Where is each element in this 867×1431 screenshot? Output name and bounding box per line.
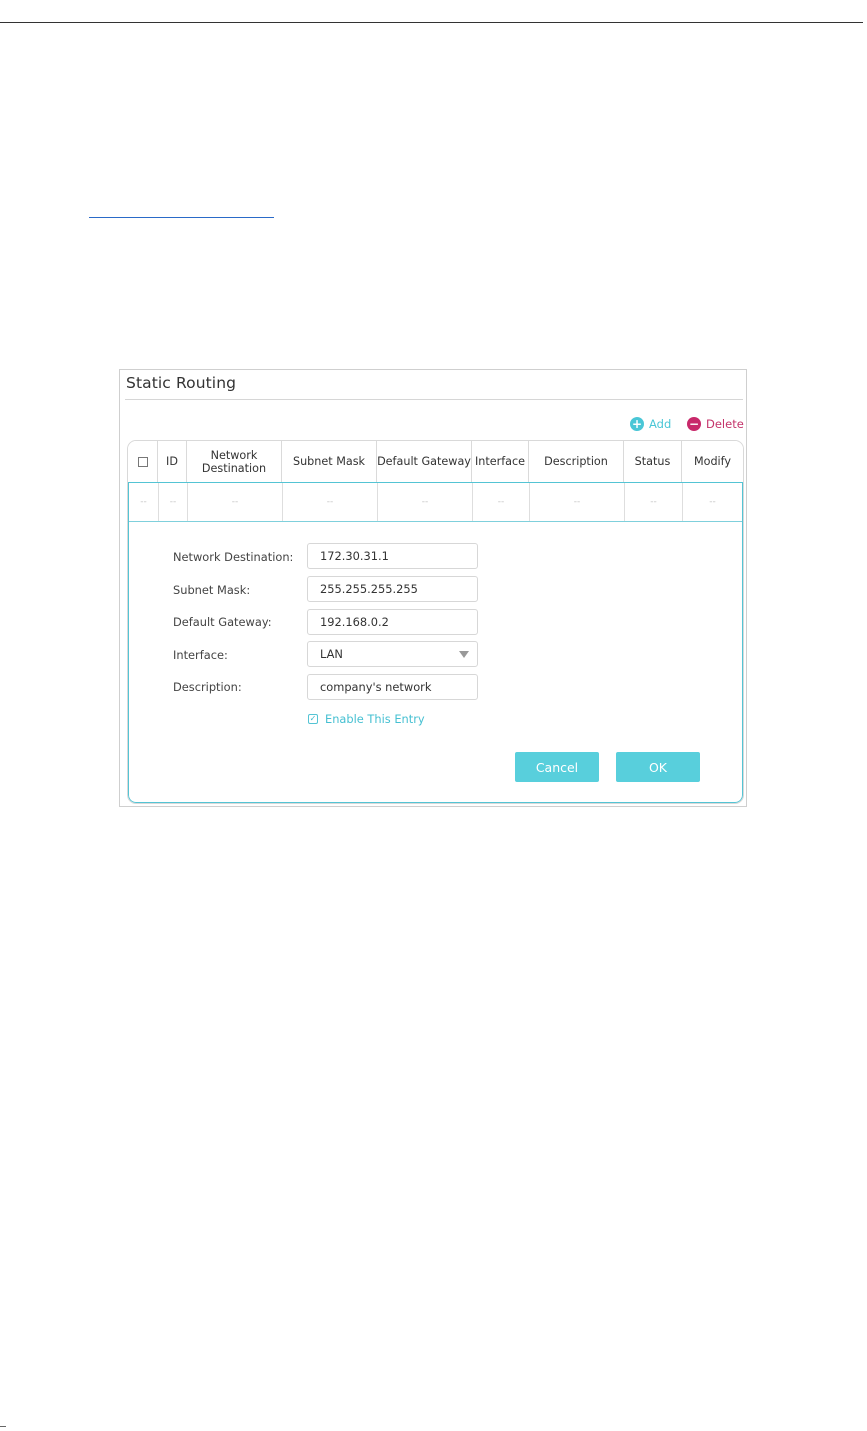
dropdown-arrow-icon — [459, 651, 469, 658]
header-status: Status — [624, 441, 682, 482]
row-cell-network-destination: -- — [188, 483, 283, 521]
subnet-mask-label: Subnet Mask: — [173, 583, 251, 597]
hyperlink-underline[interactable] — [89, 217, 274, 218]
add-button[interactable]: + Add — [630, 417, 671, 431]
add-entry-area: -- -- -- -- -- -- -- -- -- Network Desti… — [128, 482, 743, 803]
ok-button[interactable]: OK — [616, 752, 700, 782]
header-subnet-mask: Subnet Mask — [282, 441, 377, 482]
description-label: Description: — [173, 680, 242, 694]
routing-table: ID Network Destination Subnet Mask Defau… — [127, 440, 744, 804]
row-cell-default-gateway: -- — [378, 483, 473, 521]
select-all-checkbox[interactable] — [137, 456, 148, 467]
default-gateway-input[interactable] — [307, 609, 478, 635]
table-row: -- -- -- -- -- -- -- -- -- — [129, 483, 742, 522]
description-input[interactable] — [307, 674, 478, 700]
enable-entry-toggle[interactable]: ✓ Enable This Entry — [308, 712, 425, 726]
default-gateway-label: Default Gateway: — [173, 615, 272, 629]
title-divider — [125, 399, 743, 400]
add-label: Add — [649, 417, 672, 431]
interface-label: Interface: — [173, 648, 228, 662]
network-destination-input[interactable] — [307, 543, 478, 569]
row-cell-subnet-mask: -- — [283, 483, 378, 521]
interface-select[interactable]: LAN — [307, 641, 478, 667]
enable-entry-checkbox[interactable]: ✓ — [308, 714, 318, 724]
delete-label: Delete — [706, 417, 744, 431]
row-cell-select: -- — [129, 483, 159, 521]
subnet-mask-input[interactable] — [307, 576, 478, 602]
top-divider — [0, 22, 863, 23]
static-routing-panel: Static Routing + Add − Delete ID Network… — [119, 369, 747, 807]
header-select-all-cell — [128, 441, 158, 482]
panel-title: Static Routing — [126, 374, 237, 392]
page-corner-mark — [0, 1426, 6, 1427]
row-cell-status: -- — [625, 483, 683, 521]
row-cell-interface: -- — [473, 483, 530, 521]
header-description: Description — [529, 441, 624, 482]
network-destination-label: Network Destination: — [173, 550, 294, 564]
table-header: ID Network Destination Subnet Mask Defau… — [128, 441, 743, 482]
header-interface: Interface — [472, 441, 529, 482]
row-cell-description: -- — [530, 483, 625, 521]
cancel-button[interactable]: Cancel — [515, 752, 599, 782]
checkmark-icon: ✓ — [309, 714, 317, 723]
header-default-gateway: Default Gateway — [377, 441, 472, 482]
row-cell-modify: -- — [709, 497, 716, 507]
header-network-destination: Network Destination — [187, 441, 282, 482]
enable-entry-label: Enable This Entry — [325, 712, 425, 726]
header-modify: Modify — [693, 455, 732, 468]
header-id: ID — [158, 441, 187, 482]
minus-circle-icon: − — [687, 417, 701, 431]
delete-button[interactable]: − Delete — [687, 417, 744, 431]
plus-circle-icon: + — [630, 417, 644, 431]
row-cell-id: -- — [159, 483, 188, 521]
interface-selected-value: LAN — [320, 647, 343, 661]
